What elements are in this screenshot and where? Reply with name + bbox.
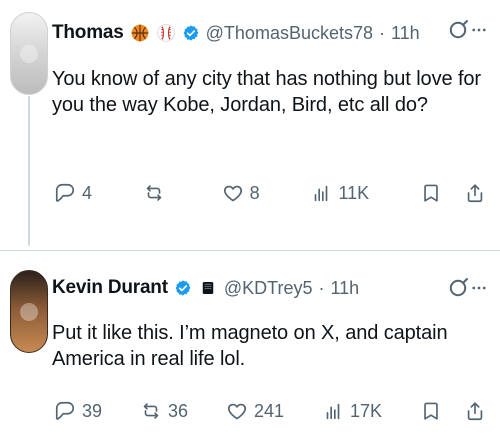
bookmark-icon [424,402,438,420]
tweet-header: Thomas @ThomasBuckets78 · 11h [52,19,420,47]
bookmark-icon [424,184,438,202]
more-icon[interactable] [468,17,490,43]
share-button[interactable] [462,398,488,424]
like-icon [223,185,242,202]
like-button[interactable]: 241 [224,398,286,424]
views-count: 11K [338,182,370,203]
timestamp[interactable]: 11h [330,278,359,299]
timestamp[interactable]: 11h [391,23,420,44]
tweet-actions: 39 36 241 17K [52,398,488,424]
share-icon [467,184,483,203]
display-name[interactable]: Kevin Durant [52,277,168,299]
handle[interactable]: @KDTrey5 [224,278,313,299]
bookmark-button[interactable] [418,180,444,206]
views-button[interactable]: 11K [308,180,371,206]
square-badge-icon [198,278,218,298]
handle[interactable]: @ThomasBuckets78 [206,23,373,44]
avatar-inner [20,44,38,63]
views-icon [315,185,328,202]
verified-badge-icon [182,24,200,42]
reply-count: 39 [82,400,103,421]
tweet-divider [0,250,500,251]
display-name[interactable]: Thomas [52,22,124,44]
avatar-inner [20,302,38,321]
like-count: 241 [253,400,285,421]
reply-count: 4 [82,182,93,203]
tweet-header: Kevin Durant @KDTrey5 · 11h [52,274,359,302]
baseball-icon [156,23,176,43]
more-icon[interactable] [468,275,490,301]
repost-count: 36 [167,400,189,421]
like-count: 8 [249,182,260,203]
views-button[interactable]: 17K [320,398,384,424]
reply-icon [55,401,75,420]
repost-icon [143,403,159,419]
avatar[interactable] [10,270,48,353]
tweet-text: Put it like this. I’m magneto on X, and … [52,322,448,370]
tweet-kevin-durant[interactable]: Kevin Durant @KDTrey5 · 11h Put it like … [0,258,500,440]
like-button[interactable]: 8 [220,180,262,206]
basketball-icon [130,23,150,43]
tweet-thomas[interactable]: Thomas @ThomasBuckets78 · 11h You know o… [0,0,500,248]
repost-button[interactable] [141,180,173,206]
thread-line [28,96,30,246]
repost-icon [146,185,162,201]
share-button[interactable] [462,180,488,206]
tweet-actions: 4 8 11K [52,180,488,206]
feed-screenshot: Thomas @ThomasBuckets78 · 11h You know o… [0,0,500,440]
bookmark-share-group [418,398,488,424]
avatar[interactable] [10,12,48,95]
tweet-text: You know of any city that has nothing bu… [52,68,481,116]
like-icon [227,403,246,420]
bookmark-share-group [418,180,488,206]
separator-dot: · [379,22,385,43]
verified-badge-icon [174,279,192,297]
reply-button[interactable]: 4 [52,180,94,206]
separator-dot: · [318,277,325,298]
views-icon [326,403,340,420]
share-icon [467,402,483,421]
repost-button[interactable]: 36 [138,398,190,424]
reply-button[interactable]: 39 [52,398,104,424]
bookmark-button[interactable] [418,398,444,424]
views-count: 17K [349,400,382,421]
reply-icon [55,183,75,202]
